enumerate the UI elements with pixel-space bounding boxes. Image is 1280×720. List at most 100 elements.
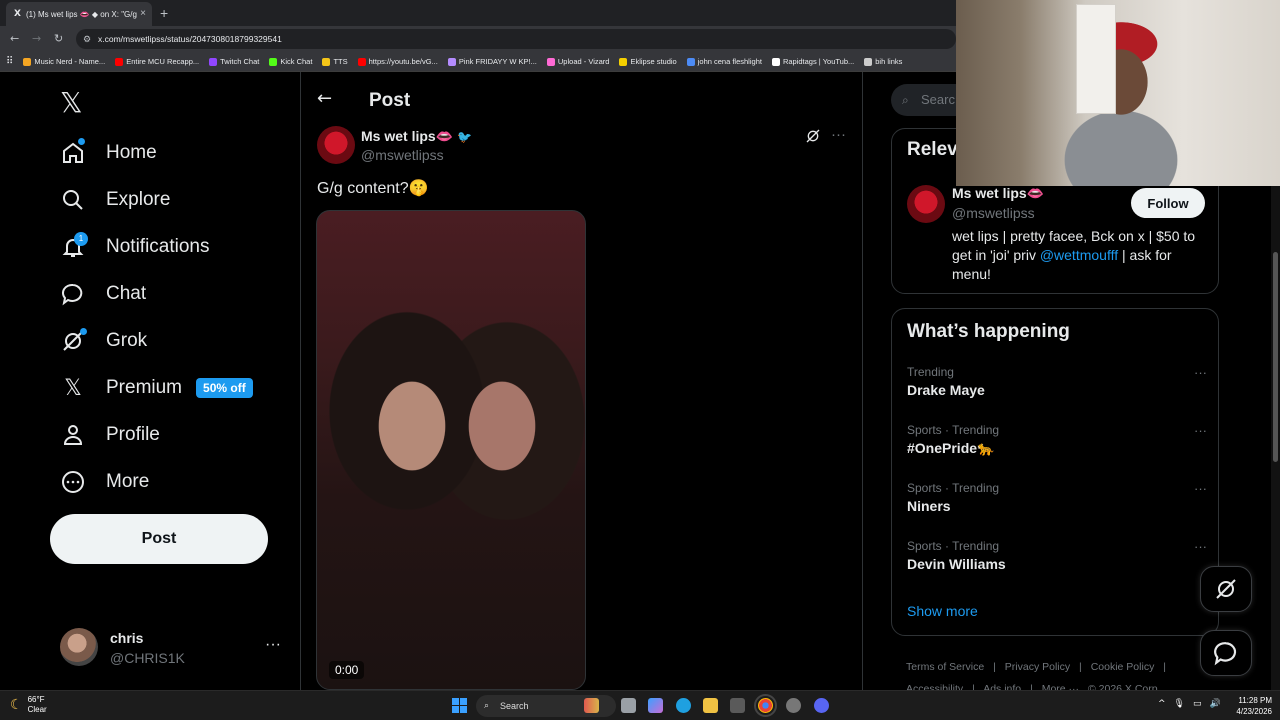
bookmark-item[interactable]: bih links <box>864 57 902 66</box>
nav-notifications-label: Notifications <box>106 236 210 257</box>
new-tab-button[interactable]: + <box>160 5 168 21</box>
tab-title: (1) Ms wet lips 👄 ◆ on X: "G/g <box>25 9 137 19</box>
nav-profile[interactable]: Profile <box>60 418 160 452</box>
reload-icon[interactable]: ↻ <box>54 32 63 45</box>
volume-icon[interactable]: 🔊 <box>1210 699 1221 709</box>
bookmark-item[interactable]: Twitch Chat <box>209 57 259 66</box>
post-more-icon[interactable]: ··· <box>831 126 846 143</box>
trend-item[interactable]: Sports · Trending Niners ··· <box>907 481 1207 527</box>
apps-grid-icon[interactable]: ⠿ <box>6 56 13 67</box>
bookmark-favicon-icon <box>357 57 366 66</box>
chat-icon <box>60 281 86 307</box>
browser-tab[interactable]: X (1) Ms wet lips 👄 ◆ on X: "G/g × <box>6 2 152 26</box>
bookmark-item[interactable]: john cena fleshlight <box>686 57 762 66</box>
relevant-user-handle[interactable]: @mswetlipss <box>952 205 1035 221</box>
nav-more[interactable]: More <box>60 465 149 499</box>
file-explorer-icon[interactable] <box>703 698 718 713</box>
chrome-icon[interactable] <box>754 694 777 717</box>
notification-count-badge: 1 <box>74 232 88 246</box>
weather-widget[interactable]: ☾ 66°F Clear <box>10 695 47 715</box>
store-icon[interactable] <box>730 698 745 713</box>
unread-dot <box>80 328 87 335</box>
webcam-background-door <box>1076 4 1116 114</box>
copilot-icon[interactable] <box>648 698 663 713</box>
post-author-name[interactable]: Ms wet lips👄 🐦 <box>361 128 472 145</box>
widgets-icon[interactable] <box>584 698 599 713</box>
nav-profile-label: Profile <box>106 424 160 445</box>
bio-mention-link[interactable]: @wettmoufff <box>1040 247 1118 263</box>
x-logo-icon[interactable]: 𝕏 <box>60 86 83 119</box>
edge-icon[interactable] <box>676 698 691 713</box>
trend-more-icon[interactable]: ··· <box>1194 365 1207 380</box>
footer-separator: | <box>1163 661 1166 673</box>
account-more-icon[interactable]: ··· <box>265 636 281 654</box>
bookmark-label: TTS <box>333 57 348 66</box>
grok-icon[interactable] <box>805 128 821 148</box>
trend-more-icon[interactable]: ··· <box>1194 423 1207 438</box>
footer-line-1: Terms of Service | Privacy Policy | Cook… <box>906 656 1206 678</box>
post-video[interactable]: 0:00 <box>316 210 586 690</box>
nav-notifications[interactable]: 1 Notifications <box>60 230 210 264</box>
bookmark-item[interactable]: Music Nerd - Name... <box>23 57 105 66</box>
bookmark-favicon-icon <box>322 57 331 66</box>
url-text: x.com/mswetlipss/status/2047308018799329… <box>98 34 282 44</box>
post-author-handle[interactable]: @mswetlipss <box>361 147 444 163</box>
avatar[interactable] <box>907 185 945 223</box>
bookmark-item[interactable]: Pink FRIDAYY W KP!... <box>447 57 537 66</box>
nav-chat-label: Chat <box>106 283 147 304</box>
trend-item[interactable]: Trending Drake Maye ··· <box>907 365 1207 411</box>
bookmark-item[interactable]: Rapidtags | YouTub... <box>771 57 854 66</box>
microphone-icon[interactable]: 🎙 <box>1174 699 1185 709</box>
x-favicon-icon: X <box>14 9 21 19</box>
post-button[interactable]: Post <box>50 514 268 564</box>
windows-start-icon[interactable] <box>452 698 467 713</box>
trend-item[interactable]: Sports · Trending #OnePride🐆 ··· <box>907 423 1207 469</box>
show-more-link[interactable]: Show more <box>907 603 978 619</box>
bookmark-favicon-icon <box>115 57 124 66</box>
trend-name: Drake Maye <box>907 382 985 398</box>
trend-more-icon[interactable]: ··· <box>1194 481 1207 496</box>
nav-home[interactable]: Home <box>60 136 157 170</box>
tab-close-icon[interactable]: × <box>140 8 146 19</box>
task-view-icon[interactable] <box>621 698 636 713</box>
chat-floating-button[interactable] <box>1200 630 1252 676</box>
follow-button[interactable]: Follow <box>1131 188 1205 218</box>
nav-grok[interactable]: Grok <box>60 324 147 358</box>
clock[interactable]: 11:28 PM 4/23/2026 <box>1236 695 1272 717</box>
chevron-up-icon[interactable]: ^ <box>1158 699 1166 709</box>
nav-premium[interactable]: 𝕏 Premium 50% off <box>60 371 253 405</box>
relevant-user-name[interactable]: Ms wet lips👄 <box>952 185 1044 202</box>
bookmark-item[interactable]: Upload - Vizard <box>546 57 609 66</box>
footer-link[interactable]: Terms of Service <box>906 661 984 673</box>
bookmark-item[interactable]: Kick Chat <box>269 57 312 66</box>
network-icon[interactable]: ▭ <box>1193 699 1202 709</box>
bookmark-item[interactable]: TTS <box>322 57 348 66</box>
back-arrow-icon[interactable]: ← <box>317 88 332 109</box>
footer-link[interactable]: Privacy Policy <box>1005 661 1070 673</box>
account-switcher[interactable]: chris @CHRIS1K ··· <box>60 628 285 668</box>
footer-link[interactable]: Cookie Policy <box>1091 661 1155 673</box>
site-info-icon[interactable]: ⚙ <box>83 29 91 49</box>
system-tray[interactable]: ^ 🎙 ▭ 🔊 <box>1158 699 1221 709</box>
nav-chat[interactable]: Chat <box>60 277 146 311</box>
nav-explore[interactable]: Explore <box>60 183 170 217</box>
page-title: Post <box>369 90 411 111</box>
bell-icon: 1 <box>60 232 88 260</box>
discord-icon[interactable] <box>814 698 829 713</box>
obs-icon[interactable] <box>786 698 801 713</box>
bookmark-item[interactable]: Entire MCU Recapp... <box>115 57 199 66</box>
bookmark-favicon-icon <box>771 57 780 66</box>
trend-item[interactable]: Sports · Trending Devin Williams ··· <box>907 539 1207 585</box>
back-icon[interactable]: ← <box>10 32 19 45</box>
url-field[interactable]: ⚙ x.com/mswetlipss/status/20473080187993… <box>76 29 956 49</box>
forward-icon[interactable]: → <box>32 32 41 45</box>
bookmark-favicon-icon <box>864 57 873 66</box>
trend-more-icon[interactable]: ··· <box>1194 539 1207 554</box>
bookmark-label: bih links <box>875 57 903 66</box>
bookmark-item[interactable]: Eklipse studio <box>619 57 677 66</box>
moon-icon: ☾ <box>10 697 23 713</box>
post-author-avatar[interactable] <box>317 126 355 164</box>
scrollbar-thumb[interactable] <box>1273 252 1278 462</box>
bookmark-item[interactable]: https://youtu.be/vG... <box>357 57 438 66</box>
grok-floating-button[interactable] <box>1200 566 1252 612</box>
